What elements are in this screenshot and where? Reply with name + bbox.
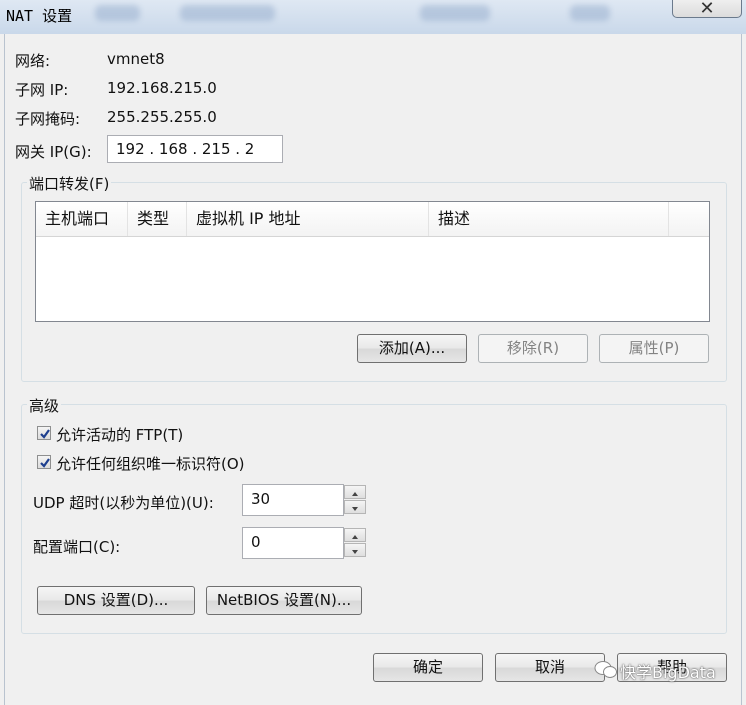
ok-button[interactable]: 确定 bbox=[373, 653, 483, 682]
allow-active-ftp-label[interactable]: 允许活动的 FTP(T) bbox=[56, 424, 183, 445]
gateway-ip-input[interactable]: 192 . 168 . 215 . 2 bbox=[107, 135, 283, 163]
allow-active-ftp-checkbox[interactable] bbox=[37, 426, 51, 440]
port-forwarding-title: 端口转发(F) bbox=[27, 173, 112, 194]
spin-up-button[interactable] bbox=[344, 485, 366, 499]
spin-down-button[interactable] bbox=[344, 500, 366, 514]
gateway-ip-label: 网关 IP(G): bbox=[15, 143, 92, 161]
subnet-ip-value: 192.168.215.0 bbox=[107, 79, 217, 97]
allow-any-oui-checkbox[interactable] bbox=[37, 455, 51, 469]
arrow-up-icon bbox=[352, 535, 358, 539]
nat-settings-dialog: NAT 设置 ✕ 网络: vmnet8 子网 IP: 192.168.215.0… bbox=[0, 0, 746, 705]
column-filler bbox=[669, 202, 709, 236]
wechat-logo-icon bbox=[594, 661, 617, 678]
close-button[interactable]: ✕ bbox=[672, 0, 742, 19]
add-button[interactable]: 添加(A)... bbox=[357, 334, 467, 363]
column-vm-ip-address[interactable]: 虚拟机 IP 地址 bbox=[187, 202, 429, 236]
window-title: NAT 设置 bbox=[6, 7, 73, 25]
list-header: 主机端口 类型 虚拟机 IP 地址 描述 bbox=[36, 202, 709, 237]
arrow-down-icon bbox=[352, 507, 358, 511]
spin-up-button[interactable] bbox=[344, 528, 366, 542]
spin-down-button[interactable] bbox=[344, 543, 366, 557]
arrow-up-icon bbox=[352, 492, 358, 496]
watermark-text: 快学BigData bbox=[620, 663, 716, 682]
network-label: 网络: bbox=[15, 52, 51, 70]
dialog-body: 网络: vmnet8 子网 IP: 192.168.215.0 子网掩码: 25… bbox=[4, 34, 742, 705]
advanced-title: 高级 bbox=[27, 395, 62, 416]
subnet-mask-label: 子网掩码: bbox=[15, 110, 81, 128]
remove-button[interactable]: 移除(R) bbox=[478, 334, 588, 363]
dns-settings-button[interactable]: DNS 设置(D)... bbox=[37, 586, 195, 615]
close-icon: ✕ bbox=[699, 0, 715, 19]
network-value: vmnet8 bbox=[107, 50, 165, 68]
cancel-button[interactable]: 取消 bbox=[495, 653, 605, 682]
column-host-port[interactable]: 主机端口 bbox=[36, 202, 128, 236]
subnet-ip-label: 子网 IP: bbox=[15, 81, 69, 99]
title-bar[interactable]: NAT 设置 ✕ bbox=[0, 0, 746, 34]
column-description[interactable]: 描述 bbox=[429, 202, 669, 236]
subnet-mask-value: 255.255.255.0 bbox=[107, 108, 217, 126]
arrow-down-icon bbox=[352, 550, 358, 554]
config-port-label: 配置端口(C): bbox=[33, 538, 121, 556]
netbios-settings-button[interactable]: NetBIOS 设置(N)... bbox=[206, 586, 362, 615]
allow-any-oui-label[interactable]: 允许任何组织唯一标识符(O) bbox=[56, 453, 245, 474]
properties-button[interactable]: 属性(P) bbox=[599, 334, 709, 363]
checkmark-icon bbox=[40, 458, 50, 468]
checkmark-icon bbox=[40, 429, 50, 439]
config-port-spinner[interactable] bbox=[344, 527, 366, 559]
column-type[interactable]: 类型 bbox=[128, 202, 187, 236]
port-forwarding-list[interactable]: 主机端口 类型 虚拟机 IP 地址 描述 bbox=[35, 201, 710, 322]
udp-timeout-spinner[interactable] bbox=[344, 484, 366, 516]
config-port-input[interactable]: 0 bbox=[242, 527, 344, 559]
udp-timeout-label: UDP 超时(以秒为单位)(U): bbox=[33, 494, 214, 512]
udp-timeout-input[interactable]: 30 bbox=[242, 484, 344, 516]
